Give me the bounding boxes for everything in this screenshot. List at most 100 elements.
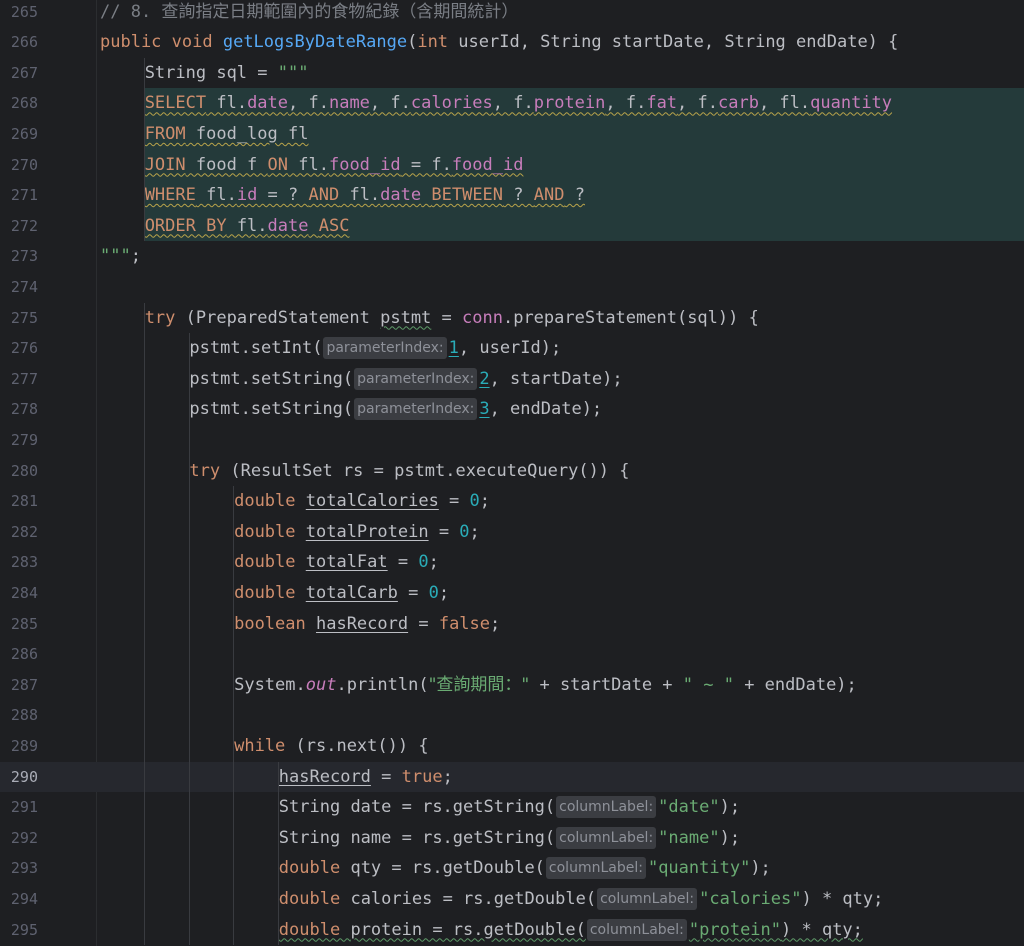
code-text[interactable]: String sql = """: [145, 58, 309, 89]
code-line[interactable]: 288: [0, 700, 1024, 731]
code-token: food_id: [328, 154, 401, 175]
line-number[interactable]: 289: [0, 731, 38, 762]
line-number[interactable]: 291: [0, 792, 38, 823]
code-line[interactable]: 271 WHERE fl.id = ? AND fl.date BETWEEN ?…: [0, 180, 1024, 211]
line-number[interactable]: 270: [0, 150, 38, 181]
code-text[interactable]: WHERE fl.id = ? AND fl.date BETWEEN ? AN…: [145, 180, 585, 211]
line-number[interactable]: 275: [0, 303, 38, 334]
code-text[interactable]: double totalCalories = 0;: [234, 486, 490, 517]
code-line[interactable]: 273 """;: [0, 241, 1024, 272]
code-line[interactable]: 293 double qty = rs.getDouble(columnLabel…: [0, 853, 1024, 884]
line-number[interactable]: 271: [0, 180, 38, 211]
code-line[interactable]: 272 ORDER BY fl.date ASC: [0, 211, 1024, 242]
code-text[interactable]: try (ResultSet rs = pstmt.executeQuery()…: [189, 456, 629, 487]
line-number[interactable]: 268: [0, 88, 38, 119]
code-line[interactable]: 276 pstmt.setInt(parameterIndex: 1, userId…: [0, 333, 1024, 364]
code-line[interactable]: 283 double totalFat = 0;: [0, 547, 1024, 578]
line-number[interactable]: 267: [0, 58, 38, 89]
line-number[interactable]: 283: [0, 547, 38, 578]
code-text[interactable]: double totalCarb = 0;: [234, 578, 449, 609]
code-text[interactable]: double totalFat = 0;: [234, 547, 439, 578]
code-line[interactable]: 289 while (rs.next()) {: [0, 731, 1024, 762]
line-number[interactable]: 278: [0, 394, 38, 425]
line-number[interactable]: 266: [0, 27, 38, 58]
code-text[interactable]: double calories = rs.getDouble(columnLab…: [279, 884, 883, 915]
code-text[interactable]: double qty = rs.getDouble(columnLabel: "q…: [279, 853, 771, 884]
line-number[interactable]: 269: [0, 119, 38, 150]
code-text[interactable]: double totalProtein = 0;: [234, 517, 480, 548]
code-line[interactable]: 266 public void getLogsByDateRange(int us…: [0, 27, 1024, 58]
code-text[interactable]: while (rs.next()) {: [234, 731, 428, 762]
code-line[interactable]: 275 try (PreparedStatement pstmt = conn.p…: [0, 303, 1024, 334]
code-text[interactable]: pstmt.setString(parameterIndex: 2, startD…: [189, 364, 623, 395]
code-text[interactable]: JOIN food f ON fl.food_id = f.food_id: [145, 150, 524, 181]
code-text[interactable]: hasRecord = true;: [279, 762, 453, 793]
code-text[interactable]: pstmt.setString(parameterIndex: 3, endDat…: [189, 394, 602, 425]
line-number[interactable]: 265: [0, 0, 38, 27]
line-number[interactable]: 294: [0, 884, 38, 915]
line-number[interactable]: 290: [0, 762, 38, 793]
line-number[interactable]: 287: [0, 670, 38, 701]
line-number[interactable]: 286: [0, 639, 38, 670]
line-number[interactable]: 292: [0, 823, 38, 854]
code-text[interactable]: boolean hasRecord = false;: [234, 609, 500, 640]
code-line[interactable]: 265 // 8. 查詢指定日期範圍內的食物紀錄（含期間統計）: [0, 0, 1024, 27]
code-line[interactable]: 285 boolean hasRecord = false;: [0, 609, 1024, 640]
code-line[interactable]: 280 try (ResultSet rs = pstmt.executeQuer…: [0, 456, 1024, 487]
code-line[interactable]: 268 SELECT fl.date, f.name, f.calories, f…: [0, 88, 1024, 119]
code-line[interactable]: 292 String name = rs.getString(columnLabe…: [0, 823, 1024, 854]
code-line[interactable]: 282 double totalProtein = 0;: [0, 517, 1024, 548]
line-number[interactable]: 280: [0, 456, 38, 487]
line-number[interactable]: 293: [0, 853, 38, 884]
code-text[interactable]: """;: [100, 241, 141, 272]
code-token: ASC: [318, 215, 350, 236]
code-line[interactable]: 270 JOIN food f ON fl.food_id = f.food_id: [0, 150, 1024, 181]
code-line[interactable]: 267 String sql = """: [0, 58, 1024, 89]
code-line[interactable]: 284 double totalCarb = 0;: [0, 578, 1024, 609]
line-number[interactable]: 272: [0, 211, 38, 242]
code-text[interactable]: public void getLogsByDateRange(int userI…: [100, 27, 898, 58]
code-text[interactable]: String date = rs.getString(columnLabel: "…: [279, 792, 740, 823]
code-token: "calories": [699, 888, 802, 909]
code-editor[interactable]: 265 // 8. 查詢指定日期範圍內的食物紀錄（含期間統計） 266 public …: [0, 0, 1024, 946]
line-number[interactable]: 288: [0, 700, 38, 731]
line-number[interactable]: 295: [0, 915, 38, 946]
line-number[interactable]: 282: [0, 517, 38, 548]
line-number[interactable]: 281: [0, 486, 38, 517]
line-number[interactable]: 285: [0, 609, 38, 640]
line-number[interactable]: 273: [0, 241, 38, 272]
code-text[interactable]: double protein = rs.getDouble(columnLabe…: [279, 915, 863, 946]
line-number[interactable]: 274: [0, 272, 38, 303]
code-token: try: [144, 307, 186, 328]
code-line[interactable]: 279: [0, 425, 1024, 456]
code-line[interactable]: 269 FROM food_log fl: [0, 119, 1024, 150]
code-text[interactable]: System.out.println("查詢期間：" + startDate +…: [234, 670, 857, 701]
code-token: =: [397, 582, 429, 603]
code-text[interactable]: String name = rs.getString(columnLabel: "…: [279, 823, 740, 854]
code-text[interactable]: FROM food_log fl: [145, 119, 309, 150]
line-number[interactable]: 276: [0, 333, 38, 364]
code-line[interactable]: 290 hasRecord = true;: [0, 761, 1024, 793]
code-text[interactable]: pstmt.setInt(parameterIndex: 1, userId);: [189, 333, 561, 364]
code-token: id: [236, 185, 258, 206]
line-number[interactable]: 277: [0, 364, 38, 395]
code-line[interactable]: 287 System.out.println("查詢期間：" + startDat…: [0, 670, 1024, 701]
code-token: pstmt.setString(: [189, 399, 354, 420]
code-text[interactable]: // 8. 查詢指定日期範圍內的食物紀錄（含期間統計）: [100, 0, 518, 27]
code-text[interactable]: SELECT fl.date, f.name, f.calories, f.pr…: [145, 88, 892, 119]
code-text[interactable]: ORDER BY fl.date ASC: [145, 211, 350, 242]
line-number[interactable]: 284: [0, 578, 38, 609]
code-line[interactable]: 286: [0, 639, 1024, 670]
code-token: System.: [234, 674, 306, 695]
code-line[interactable]: 294 double calories = rs.getDouble(column…: [0, 884, 1024, 915]
code-line[interactable]: 274: [0, 272, 1024, 303]
code-line[interactable]: 295 double protein = rs.getDouble(columnL…: [0, 915, 1024, 946]
code-line[interactable]: 281 double totalCalories = 0;: [0, 486, 1024, 517]
parameter-hint: columnLabel:: [597, 887, 698, 910]
line-number[interactable]: 279: [0, 425, 38, 456]
code-line[interactable]: 277 pstmt.setString(parameterIndex: 2, sta…: [0, 364, 1024, 395]
code-line[interactable]: 291 String date = rs.getString(columnLabe…: [0, 792, 1024, 823]
code-token: pstmt.setString(: [189, 368, 354, 389]
code-line[interactable]: 278 pstmt.setString(parameterIndex: 3, end…: [0, 394, 1024, 425]
code-text[interactable]: try (PreparedStatement pstmt = conn.prep…: [145, 303, 759, 334]
